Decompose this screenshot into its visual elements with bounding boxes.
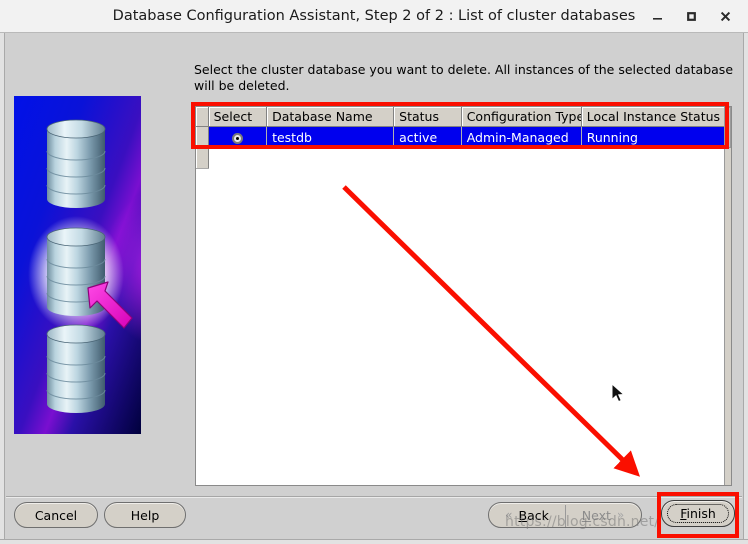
row-select-radio[interactable] — [208, 126, 268, 148]
cluster-database-table: Select Database Name Status Configuratio… — [195, 106, 732, 486]
cell-status: active — [393, 126, 462, 148]
cell-local-instance-status: Running — [581, 126, 731, 148]
minimize-icon[interactable] — [640, 0, 674, 33]
table-header-row: Select Database Name Status Configuratio… — [196, 107, 731, 127]
empty-cell — [393, 147, 462, 169]
finish-button-label: Finish — [680, 506, 716, 521]
help-button[interactable]: Help — [104, 502, 186, 528]
table-vertical-scrollbar[interactable] — [724, 107, 731, 485]
database-graphic — [14, 96, 141, 434]
title-bar: Database Configuration Assistant, Step 2… — [0, 0, 748, 33]
cylinder-top — [46, 119, 106, 208]
chevron-left-icon: « — [505, 508, 513, 522]
database-list-table: Select Database Name Status Configuratio… — [196, 107, 731, 169]
back-button[interactable]: « Back — [489, 503, 565, 527]
next-button[interactable]: Next » — [565, 503, 641, 527]
finish-button[interactable]: Finish — [661, 500, 735, 527]
table-row[interactable]: testdb active Admin-Managed Running — [196, 126, 731, 148]
empty-cell — [581, 147, 731, 169]
cell-configuration-type: Admin-Managed — [461, 126, 582, 148]
column-header-configuration-type[interactable]: Configuration Type — [461, 107, 582, 127]
column-header-status[interactable]: Status — [393, 107, 462, 127]
row-header-cell[interactable] — [196, 126, 209, 148]
radio-selected-icon[interactable] — [231, 132, 243, 144]
empty-cell — [266, 147, 394, 169]
frame-right-edge — [743, 33, 748, 544]
dbca-window: Database Configuration Assistant, Step 2… — [0, 0, 748, 544]
finish-button-wrapper: Finish — [657, 494, 739, 536]
empty-cell — [208, 147, 267, 169]
window-controls — [640, 0, 742, 33]
cylinder-bottom — [46, 324, 106, 413]
close-icon[interactable] — [708, 0, 742, 33]
frame-bottom-edge — [0, 539, 748, 544]
column-header-local-instance-status[interactable]: Local Instance Status — [581, 107, 731, 127]
column-header-select[interactable]: Select — [208, 107, 268, 127]
cylinder-middle — [46, 227, 106, 316]
cell-database-name: testdb — [266, 126, 395, 148]
chevron-right-icon: » — [616, 508, 625, 522]
maximize-icon[interactable] — [674, 0, 708, 33]
button-bar-separator-highlight — [6, 497, 742, 498]
instruction-text: Select the cluster database you want to … — [194, 62, 734, 93]
row-header-cell-empty — [196, 147, 209, 169]
empty-cell — [461, 147, 582, 169]
navigation-button-group: « Back Next » — [488, 502, 642, 528]
table-empty-row — [196, 147, 731, 169]
cancel-button[interactable]: Cancel — [14, 502, 98, 528]
window-title: Database Configuration Assistant, Step 2… — [112, 8, 636, 24]
table-corner-cell — [196, 107, 209, 127]
column-header-database-name[interactable]: Database Name — [266, 107, 395, 127]
back-button-label: Back — [518, 507, 549, 523]
scrollbar-thumb[interactable] — [725, 107, 731, 148]
frame-left-edge — [0, 33, 5, 544]
next-button-label: Next — [581, 507, 611, 523]
